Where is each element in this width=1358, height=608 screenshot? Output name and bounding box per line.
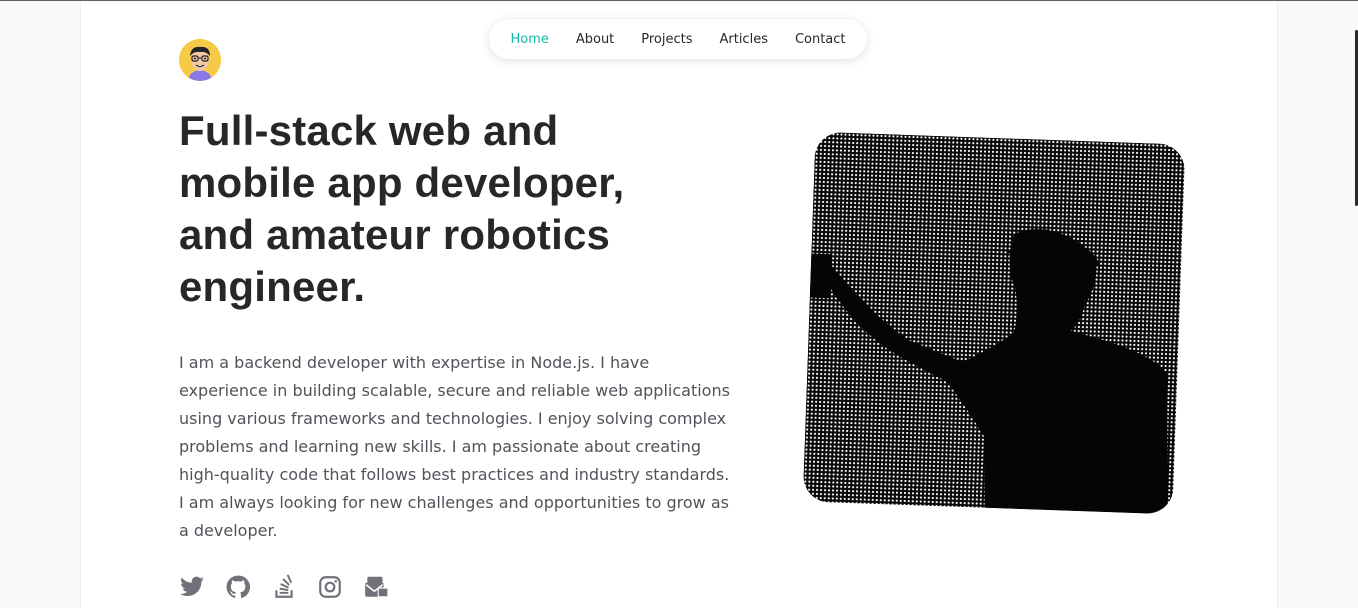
page-title: Full-stack web and mobile app developer,… xyxy=(179,107,625,310)
github-icon[interactable] xyxy=(225,574,251,600)
nav-home[interactable]: Home xyxy=(510,32,548,47)
nav-about[interactable]: About xyxy=(576,32,614,47)
avatar[interactable] xyxy=(179,39,221,81)
bio-text: I am a backend developer with expertise … xyxy=(179,353,730,540)
social-links xyxy=(179,574,389,600)
main-nav: Home About Projects Articles Contact xyxy=(489,19,867,59)
instagram-icon[interactable] xyxy=(317,574,343,600)
person-silhouette-image xyxy=(809,229,1168,515)
mail-icon[interactable] xyxy=(363,574,389,600)
page-container: Home About Projects Articles Contact Ful… xyxy=(80,1,1278,608)
nav-articles[interactable]: Articles xyxy=(719,32,767,47)
stackoverflow-icon[interactable] xyxy=(271,574,297,600)
cartoon-avatar-icon xyxy=(179,39,221,81)
nav-contact[interactable]: Contact xyxy=(795,32,846,47)
profile-photo xyxy=(802,131,1186,515)
twitter-icon[interactable] xyxy=(179,574,205,600)
nav-projects[interactable]: Projects xyxy=(641,32,692,47)
